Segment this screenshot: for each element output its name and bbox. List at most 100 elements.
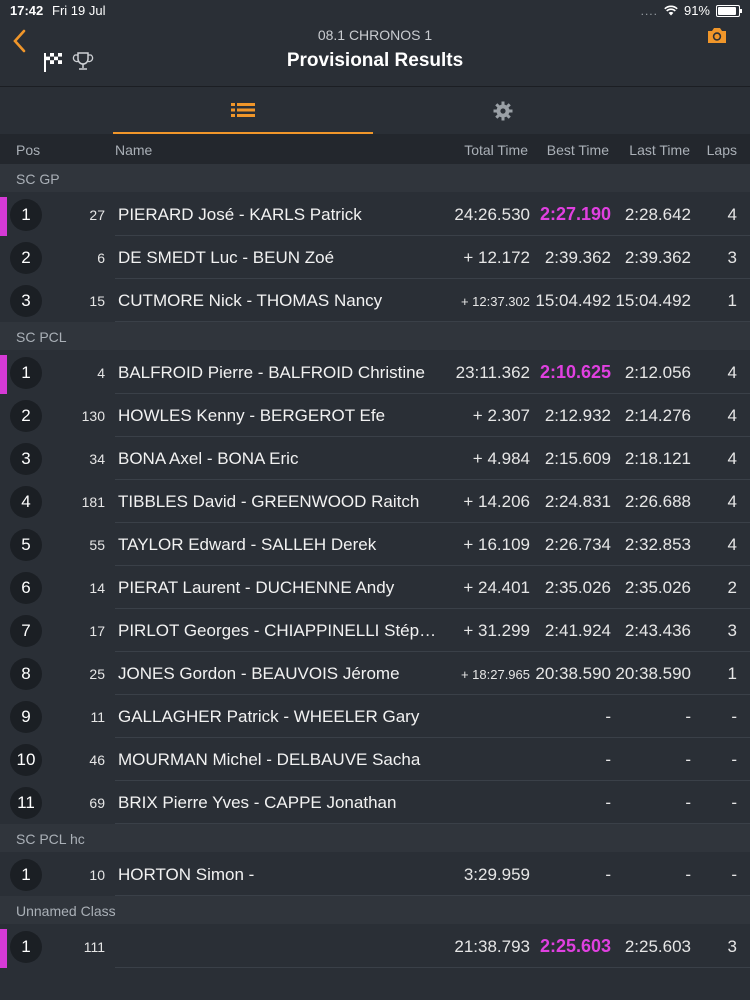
total-time: + 16.109 (463, 535, 530, 554)
laps-count: 2 (727, 578, 737, 597)
position-badge: 3 (10, 285, 42, 317)
driver-names: HOWLES Kenny - BERGEROT Efe (118, 406, 386, 425)
driver-names: PIERAT Laurent - DUCHENNE Andy (118, 578, 395, 597)
position-badge: 3 (10, 443, 42, 475)
laps-count: 1 (727, 664, 737, 683)
total-time: + 31.299 (463, 621, 530, 640)
result-row[interactable]: 6 14 PIERAT Laurent - DUCHENNE Andy + 24.40… (0, 566, 750, 609)
position-badge: 1 (10, 199, 42, 231)
col-name[interactable]: Name (115, 142, 152, 158)
best-time: 2:25.603 (539, 936, 611, 956)
last-time: 2:25.603 (624, 937, 691, 956)
last-time: 2:14.276 (624, 406, 691, 425)
laps-count: 4 (727, 535, 737, 554)
total-time: 23:11.362 (455, 363, 530, 382)
tab-settings[interactable] (373, 87, 633, 135)
col-total-time[interactable]: Total Time (464, 142, 528, 158)
driver-names: TAYLOR Edward - SALLEH Derek (118, 535, 377, 554)
total-time: + 18:27.965 (460, 667, 530, 682)
car-number: 34 (89, 451, 105, 467)
view-tabs (0, 86, 750, 135)
tab-list[interactable] (113, 87, 373, 135)
position-badge: 1 (10, 357, 42, 389)
result-row[interactable]: 3 15 CUTMORE Nick - THOMAS Nancy + 12:37.30… (0, 279, 750, 322)
driver-names: CUTMORE Nick - THOMAS Nancy (118, 291, 383, 310)
car-number: 46 (89, 752, 105, 768)
driver-names: MOURMAN Michel - DELBAUVE Sacha (118, 750, 421, 769)
driver-names: DE SMEDT Luc - BEUN Zoé (118, 248, 335, 267)
laps-count: 3 (727, 248, 737, 267)
driver-names: BONA Axel - BONA Eric (118, 449, 299, 468)
total-time: 21:38.793 (454, 937, 530, 956)
result-row[interactable]: 11 69 BRIX Pierre Yves - CAPPE Jonathan - - - (0, 781, 750, 824)
result-row[interactable]: 9 11 GALLAGHER Patrick - WHEELER Gary - - - (0, 695, 750, 738)
total-time: + 14.206 (463, 492, 530, 511)
status-time: 17:42 (10, 3, 44, 18)
result-row[interactable]: 7 17 PIRLOT Georges - CHIAPPINELLI Stéphan… (0, 609, 750, 652)
result-row[interactable]: 1 10 HORTON Simon - 3:29.959 - - - (0, 853, 750, 896)
driver-names: BALFROID Pierre - BALFROID Christine (118, 363, 426, 382)
position-badge: 7 (10, 615, 42, 647)
class-label: Unnamed Class (16, 903, 116, 919)
car-number: 27 (89, 207, 105, 223)
class-label: SC PCL (16, 329, 67, 345)
result-row[interactable]: 10 46 MOURMAN Michel - DELBAUVE Sacha - - - (0, 738, 750, 781)
column-headers: Pos Name Total Time Best Time Last Time … (0, 134, 750, 164)
position-badge: 8 (10, 658, 42, 690)
gear-icon (493, 101, 513, 121)
event-subtitle: 08.1 CHRONOS 1 (317, 27, 433, 43)
class-label: SC GP (16, 171, 60, 187)
position-badge: 2 (10, 242, 42, 274)
result-row[interactable]: 1 111 21:38.793 2:25.603 2:25.603 3 (0, 925, 750, 968)
result-row[interactable]: 1 27 PIERARD José - KARLS Patrick 24:26.530… (0, 193, 750, 236)
class-label: SC PCL hc (16, 831, 85, 847)
total-time: + 2.307 (472, 406, 530, 425)
car-number: 6 (97, 250, 105, 266)
total-time: 3:29.959 (463, 865, 530, 884)
car-number: 111 (83, 939, 105, 955)
best-time: - (605, 750, 611, 769)
result-row[interactable]: 2 130 HOWLES Kenny - BERGEROT Efe + 2.307 2:… (0, 394, 750, 437)
laps-count: 3 (727, 937, 737, 956)
battery-icon (716, 4, 742, 17)
list-icon (231, 102, 255, 117)
last-time: - (685, 793, 691, 812)
col-best-time[interactable]: Best Time (547, 142, 609, 158)
result-row[interactable]: 1 4 BALFROID Pierre - BALFROID Christine 23… (0, 351, 750, 394)
laps-count: 4 (727, 449, 737, 468)
col-pos[interactable]: Pos (16, 142, 40, 158)
driver-names: GALLAGHER Patrick - WHEELER Gary (118, 707, 420, 726)
car-number: 11 (90, 709, 105, 725)
col-last-time[interactable]: Last Time (629, 142, 690, 158)
leader-marker (0, 355, 7, 394)
best-time: 2:10.625 (539, 362, 611, 382)
laps-count: - (731, 707, 737, 726)
last-time: 2:35.026 (624, 578, 691, 597)
camera-icon[interactable] (706, 25, 728, 45)
car-number: 10 (89, 867, 105, 883)
wifi-icon (664, 5, 678, 16)
result-row[interactable]: 8 25 JONES Gordon - BEAUVOIS Jérome + 18:27… (0, 652, 750, 695)
leader-marker (0, 197, 7, 236)
total-time: 24:26.530 (454, 205, 530, 224)
last-time: 15:04.492 (615, 291, 691, 310)
position-badge: 1 (10, 931, 42, 963)
laps-count: - (731, 793, 737, 812)
car-number: 17 (89, 623, 105, 639)
last-time: 20:38.590 (615, 664, 691, 683)
result-row[interactable]: 5 55 TAYLOR Edward - SALLEH Derek + 16.109 2… (0, 523, 750, 566)
car-number: 130 (81, 408, 105, 424)
result-row[interactable]: 3 34 BONA Axel - BONA Eric + 4.984 2:15.609 2… (0, 437, 750, 480)
col-laps[interactable]: Laps (707, 142, 737, 158)
position-badge: 6 (10, 572, 42, 604)
best-time: 15:04.492 (535, 291, 611, 310)
total-time: + 12:37.302 (460, 294, 530, 309)
driver-names: HORTON Simon - (118, 865, 255, 884)
last-time: 2:28.642 (624, 205, 691, 224)
driver-names: TIBBLES David - GREENWOOD Raitch (118, 492, 420, 511)
car-number: 14 (89, 580, 105, 596)
best-time: 2:39.362 (544, 248, 611, 267)
result-row[interactable]: 2 6 DE SMEDT Luc - BEUN Zoé + 12.172 2:39.36… (0, 236, 750, 279)
result-row[interactable]: 4 181 TIBBLES David - GREENWOOD Raitch + 14… (0, 480, 750, 523)
class-section-header: SC PCL (0, 322, 750, 350)
